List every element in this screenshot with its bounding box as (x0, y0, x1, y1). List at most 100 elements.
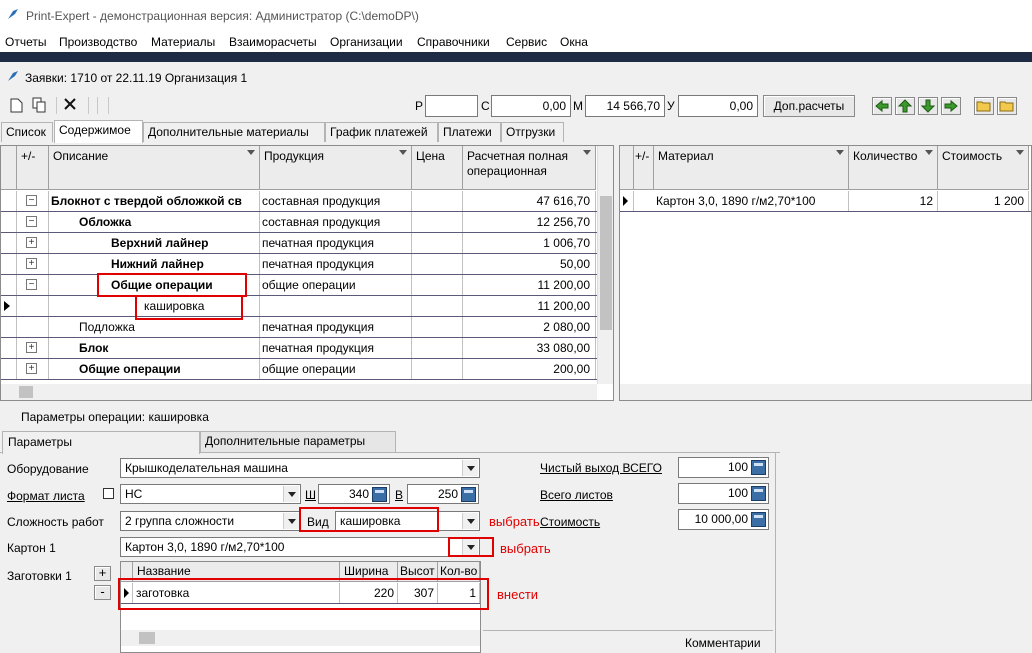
total-sheets-label[interactable]: Всего листов (540, 488, 613, 502)
menu-item-settlements[interactable]: Взаиморасчеты (229, 35, 317, 49)
table-row[interactable]: Подложка печатная продукция 2 080,00 (1, 317, 597, 338)
new-doc-icon[interactable] (10, 98, 23, 113)
column-header-total[interactable]: Расчетная полная операционная (463, 146, 596, 190)
tab-contents[interactable]: Содержимое (54, 120, 143, 143)
column-header-description[interactable]: Описание (49, 146, 260, 190)
tab-payment-schedule[interactable]: График платежей (325, 122, 438, 142)
c-field[interactable]: 0,00 (491, 95, 571, 117)
column-header-price[interactable]: Цена (412, 146, 463, 190)
tab-payments[interactable]: Платежи (438, 122, 501, 142)
column-header-pm[interactable]: +/- (17, 146, 49, 190)
calculator-icon[interactable] (751, 512, 766, 527)
tab-extra-params[interactable]: Дополнительные параметры (200, 431, 396, 452)
calculator-icon[interactable] (372, 487, 387, 502)
r-field[interactable] (425, 95, 478, 117)
delete-icon[interactable] (63, 97, 77, 111)
collapse-icon[interactable]: − (26, 216, 37, 227)
toolbar-separator (108, 97, 109, 114)
copy-icon[interactable] (32, 97, 47, 113)
add-blank-button[interactable]: + (94, 566, 111, 581)
scroll-thumb[interactable] (19, 386, 33, 398)
complexity-select[interactable]: 2 группа сложности (120, 511, 301, 531)
collapse-icon[interactable]: − (26, 279, 37, 290)
contents-grid[interactable]: +/- Описание Продукция Цена Расчетная по… (0, 145, 614, 401)
calculator-icon[interactable] (461, 487, 476, 502)
arrow-down-icon[interactable] (918, 97, 938, 115)
chevron-down-icon[interactable] (283, 486, 299, 502)
height-label[interactable]: В (395, 488, 403, 502)
menu-item-production[interactable]: Производство (59, 35, 137, 49)
arrow-left-icon[interactable] (872, 97, 892, 115)
carton-label: Картон 1 (7, 541, 56, 555)
equipment-select[interactable]: Крышкоделательная машина (120, 458, 480, 478)
chevron-down-icon[interactable] (1016, 150, 1024, 155)
tab-params[interactable]: Параметры (2, 431, 200, 454)
column-header-product[interactable]: Продукция (260, 146, 412, 190)
table-row[interactable]: − Обложка составная продукция 12 256,70 (1, 212, 597, 233)
table-row[interactable]: кашировка 11 200,00 (1, 296, 597, 317)
menu-item-service[interactable]: Сервис (506, 35, 547, 49)
table-row[interactable]: − Общие операции общие операции 11 200,00 (1, 275, 597, 296)
chevron-down-icon[interactable] (462, 513, 478, 529)
scroll-thumb[interactable] (139, 632, 155, 644)
row-expander-cell (17, 317, 49, 337)
format-select[interactable]: НС (120, 484, 301, 504)
format-checkbox[interactable] (103, 488, 114, 499)
m-field[interactable]: 14 566,70 (585, 95, 665, 117)
tab-list[interactable]: Список (1, 122, 53, 142)
row-indicator (1, 359, 17, 379)
chevron-down-icon[interactable] (925, 150, 933, 155)
table-row[interactable]: + Блок печатная продукция 33 080,00 (1, 338, 597, 359)
horizontal-scrollbar[interactable] (620, 384, 1031, 400)
remove-blank-button[interactable]: - (94, 585, 111, 600)
column-header-pm[interactable]: +/- (634, 146, 654, 190)
menu-item-directories[interactable]: Справочники (417, 35, 490, 49)
calculator-icon[interactable] (751, 460, 766, 475)
net-output-label[interactable]: Чистый выход ВСЕГО (540, 461, 662, 475)
expand-icon[interactable]: + (26, 237, 37, 248)
arrow-up-icon[interactable] (895, 97, 915, 115)
materials-grid[interactable]: +/- Материал Количество Стоимость Картон… (619, 145, 1032, 401)
table-row[interactable]: − Блокнот с твердой обложкой св составная … (1, 191, 597, 212)
chevron-down-icon[interactable] (583, 150, 591, 155)
chevron-down-icon[interactable] (836, 150, 844, 155)
chevron-down-icon[interactable] (399, 150, 407, 155)
row-expander-cell: − (17, 212, 49, 232)
chevron-down-icon[interactable] (283, 513, 299, 529)
vertical-scrollbar[interactable] (597, 146, 613, 384)
menu-item-reports[interactable]: Отчеты (5, 35, 46, 49)
tab-shipments[interactable]: Отгрузки (501, 122, 564, 142)
width-label[interactable]: Ш (305, 488, 316, 502)
arrow-right-icon[interactable] (941, 97, 961, 115)
horizontal-scrollbar[interactable] (121, 630, 480, 646)
menu-item-windows[interactable]: Окна (560, 35, 588, 49)
column-header-material[interactable]: Материал (654, 146, 849, 190)
extra-calc-button[interactable]: Доп.расчеты (763, 95, 855, 117)
tab-extra-materials[interactable]: Дополнительные материалы (143, 122, 325, 142)
row-price (412, 191, 463, 211)
table-row[interactable]: + Верхний лайнер печатная продукция 1 006,7… (1, 233, 597, 254)
table-row[interactable]: Картон 3,0, 1890 г/м2,70*100 12 1 200 (620, 191, 1031, 212)
menu-item-organizations[interactable]: Организации (330, 35, 403, 49)
u-field[interactable]: 0,00 (678, 95, 758, 117)
column-header-quantity[interactable]: Количество (849, 146, 938, 190)
column-header-cost[interactable]: Стоимость (938, 146, 1029, 190)
format-label[interactable]: Формат листа (7, 489, 85, 503)
calculator-icon[interactable] (751, 486, 766, 501)
table-row[interactable]: + Общие операции общие операции 200,00 (1, 359, 597, 380)
expand-icon[interactable]: + (26, 258, 37, 269)
chevron-down-icon[interactable] (247, 150, 255, 155)
carton-select[interactable]: Картон 3,0, 1890 г/м2,70*100 (120, 537, 480, 557)
folder-open-icon[interactable] (974, 97, 994, 115)
cost-label[interactable]: Стоимость (540, 515, 600, 529)
menu-item-materials[interactable]: Материалы (151, 35, 215, 49)
chevron-down-icon[interactable] (462, 460, 478, 476)
params-vertical-divider (775, 453, 776, 653)
expand-icon[interactable]: + (26, 342, 37, 353)
collapse-icon[interactable]: − (26, 195, 37, 206)
scroll-thumb[interactable] (600, 196, 612, 330)
horizontal-scrollbar[interactable] (1, 384, 597, 400)
expand-icon[interactable]: + (26, 363, 37, 374)
table-row[interactable]: + Нижний лайнер печатная продукция 50,00 (1, 254, 597, 275)
folder-icon[interactable] (997, 97, 1017, 115)
